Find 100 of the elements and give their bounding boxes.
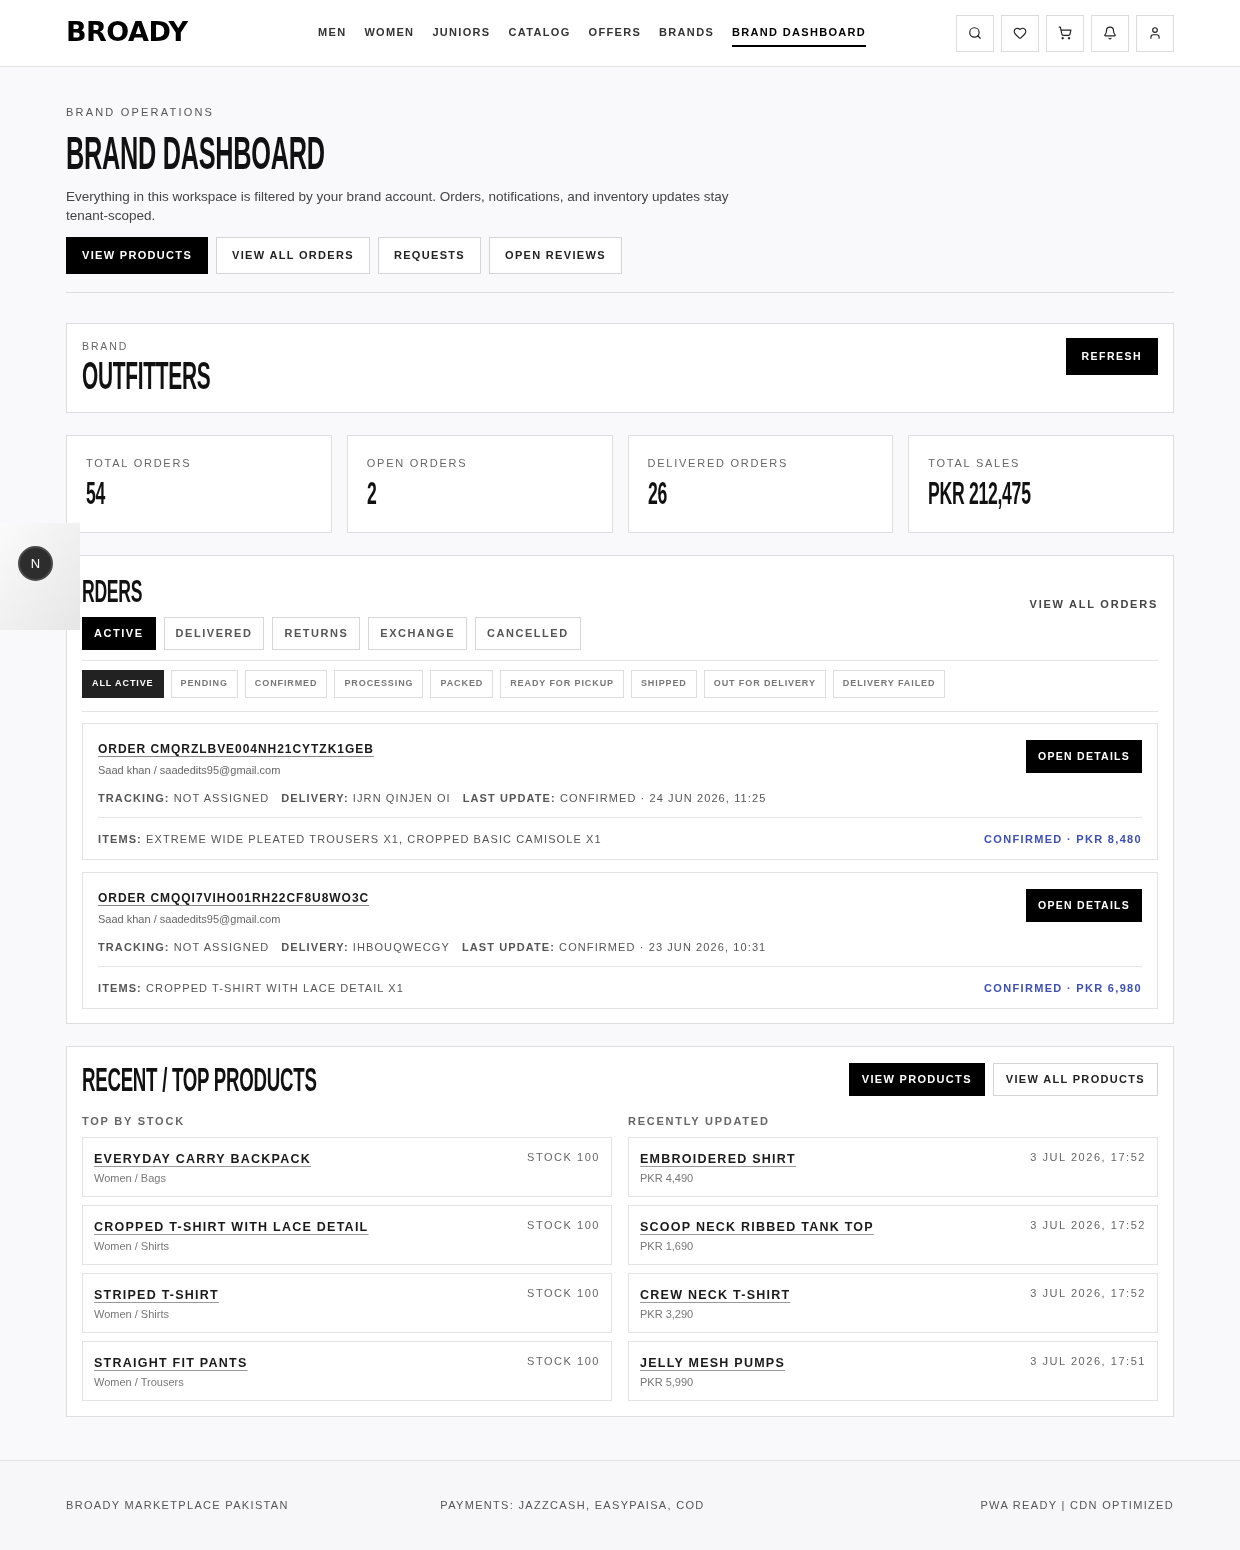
order-status-total: CONFIRMED · PKR 8,480 <box>984 832 1142 846</box>
product-name-link[interactable]: EVERYDAY CARRY BACKPACK <box>94 1150 311 1168</box>
status-tab[interactable]: EXCHANGE <box>368 617 468 650</box>
order-status-total: CONFIRMED · PKR 6,980 <box>984 981 1142 995</box>
action-button[interactable]: OPEN REVIEWS <box>489 237 622 274</box>
bell-icon <box>1103 26 1117 40</box>
order-id-link[interactable]: ORDER CMQQI7VIHO01RH22CF8U8WO3C <box>98 889 370 907</box>
product-detail: PKR 3,290 <box>640 1307 694 1322</box>
filter-chip[interactable]: OUT FOR DELIVERY <box>703 670 826 698</box>
nav-link[interactable]: BRANDS <box>659 19 715 47</box>
stat-value: 26 <box>647 477 667 509</box>
stat-label: TOTAL ORDERS <box>86 456 192 470</box>
open-details-button[interactable]: OPEN DETAILS <box>1026 889 1142 922</box>
filter-chip[interactable]: SHIPPED <box>630 670 697 698</box>
stat-label: OPEN ORDERS <box>366 456 468 470</box>
filter-chip[interactable]: DELIVERY FAILED <box>832 670 946 698</box>
nav-link[interactable]: CATALOG <box>508 19 571 47</box>
action-button[interactable]: VIEW PRODUCTS <box>66 237 209 274</box>
action-button[interactable]: VIEW ALL ORDERS <box>216 237 370 274</box>
order-meta: TRACKING: NOT ASSIGNED <box>98 791 270 805</box>
page-title: BRAND DASHBOARD <box>66 130 325 176</box>
product-detail: Women / Shirts <box>94 1307 169 1322</box>
user-icon <box>1148 26 1162 40</box>
product-aside: 3 JUL 2026, 17:52 <box>1030 1150 1146 1164</box>
order-id-link[interactable]: ORDER CMQRZLBVE004NH21CYTZK1GEB <box>98 740 374 758</box>
product-aside: STOCK 100 <box>527 1354 600 1368</box>
product-aside: 3 JUL 2026, 17:52 <box>1030 1286 1146 1300</box>
filter-chip[interactable]: READY FOR PICKUP <box>500 670 624 698</box>
search-icon <box>968 26 982 40</box>
order-meta: TRACKING: NOT ASSIGNED <box>98 940 270 954</box>
product-detail: Women / Trousers <box>94 1375 184 1390</box>
product-aside: STOCK 100 <box>527 1150 600 1164</box>
filter-chip[interactable]: PENDING <box>170 670 238 698</box>
filter-chip[interactable]: PROCESSING <box>334 670 424 698</box>
product-name-link[interactable]: EMBROIDERED SHIRT <box>640 1150 796 1168</box>
product-name-link[interactable]: STRAIGHT FIT PANTS <box>94 1354 248 1372</box>
nav-link[interactable]: WOMEN <box>364 19 415 47</box>
product-name-link[interactable]: JELLY MESH PUMPS <box>640 1354 786 1372</box>
product-aside: 3 JUL 2026, 17:51 <box>1030 1354 1146 1368</box>
stat-value: 2 <box>366 477 377 509</box>
nav-link[interactable]: OFFERS <box>588 19 642 47</box>
section-title: RDERS <box>82 575 143 607</box>
cart-button[interactable] <box>1046 14 1084 52</box>
customer-info: Saad khan / saadedits95@gmail.com <box>98 912 281 926</box>
column-heading: TOP BY STOCK <box>82 1114 185 1128</box>
search-button[interactable] <box>956 14 994 52</box>
floating-badge-button[interactable]: N <box>18 546 53 581</box>
filter-chip[interactable]: CONFIRMED <box>244 670 328 698</box>
page-description: Everything in this workspace is filtered by your brand account. Orders, notifications, and inventory updates stay tenant-scoped. <box>66 188 730 225</box>
stat-value: 54 <box>86 477 106 509</box>
product-aside: 3 JUL 2026, 17:52 <box>1030 1218 1146 1232</box>
notifications-button[interactable] <box>1091 14 1129 52</box>
product-detail: Women / Shirts <box>94 1239 169 1254</box>
order-meta: LAST UPDATE: CONFIRMED · 23 JUN 2026, 10:31 <box>461 940 767 954</box>
product-name-link[interactable]: CREW NECK T-SHIRT <box>640 1286 791 1304</box>
cart-icon <box>1058 26 1072 40</box>
product-detail: PKR 5,990 <box>640 1375 694 1390</box>
open-details-button[interactable]: OPEN DETAILS <box>1026 740 1142 773</box>
product-detail: Women / Bags <box>94 1171 166 1186</box>
account-button[interactable] <box>1136 14 1174 52</box>
order-items: ITEMS: CROPPED T-SHIRT WITH LACE DETAIL X1 <box>98 981 404 995</box>
brand-logo[interactable]: BROADY <box>66 16 188 47</box>
column-heading: RECENTLY UPDATED <box>628 1114 770 1128</box>
action-button[interactable]: REQUESTS <box>377 237 481 274</box>
order-meta: LAST UPDATE: CONFIRMED · 24 JUN 2026, 11:25 <box>462 791 767 805</box>
product-name-link[interactable]: STRIPED T-SHIRT <box>94 1286 219 1304</box>
footer-text: BROADY MARKETPLACE PAKISTAN <box>66 1498 289 1514</box>
product-detail: PKR 4,490 <box>640 1171 694 1186</box>
heart-icon <box>1013 26 1027 40</box>
brand-name: OUTFITTERS <box>82 357 211 395</box>
nav-link[interactable]: MEN <box>318 19 347 47</box>
order-meta: DELIVERY: IJRN QINJEN OI <box>281 791 451 805</box>
footer-text: PWA READY | CDN OPTIMIZED <box>980 1498 1174 1514</box>
status-tab[interactable]: RETURNS <box>272 617 361 650</box>
stat-label: TOTAL SALES <box>928 456 1021 470</box>
stat-value: PKR 212,475 <box>928 477 1031 509</box>
filter-chip[interactable]: ALL ACTIVE <box>82 670 164 698</box>
product-name-link[interactable]: SCOOP NECK RIBBED TANK TOP <box>640 1218 874 1236</box>
status-tab[interactable]: CANCELLED <box>475 617 581 650</box>
status-tab[interactable]: DELIVERED <box>163 617 265 650</box>
product-detail: PKR 1,690 <box>640 1239 694 1254</box>
filter-chip[interactable]: PACKED <box>430 670 494 698</box>
nav-link[interactable]: BRAND DASHBOARD <box>732 19 867 47</box>
brand-label: BRAND <box>82 340 129 353</box>
refresh-button[interactable]: REFRESH <box>1065 338 1158 375</box>
status-tab[interactable]: ACTIVE <box>82 617 156 650</box>
section-title: RECENT / TOP PRODUCTS <box>82 1062 317 1096</box>
footer-text: PAYMENTS: JAZZCASH, EASYPAISA, COD <box>440 1498 705 1514</box>
stat-label: DELIVERED ORDERS <box>647 456 789 470</box>
customer-info: Saad khan / saadedits95@gmail.com <box>98 763 281 777</box>
action-button[interactable]: VIEW ALL PRODUCTS <box>992 1062 1158 1096</box>
product-aside: STOCK 100 <box>527 1218 600 1232</box>
action-button[interactable]: VIEW PRODUCTS <box>848 1062 985 1096</box>
product-name-link[interactable]: CROPPED T-SHIRT WITH LACE DETAIL <box>94 1218 369 1236</box>
wishlist-button[interactable] <box>1001 14 1039 52</box>
page-eyebrow: BRAND OPERATIONS <box>66 105 215 119</box>
nav-link[interactable]: JUNIORS <box>432 19 491 47</box>
view-all-orders-link[interactable]: VIEW ALL ORDERS <box>1029 595 1158 612</box>
order-items: ITEMS: EXTREME WIDE PLEATED TROUSERS X1, CROPPED BASIC CAMISOLE X1 <box>98 832 602 846</box>
order-meta: DELIVERY: IHBOUQWECGY <box>281 940 450 954</box>
